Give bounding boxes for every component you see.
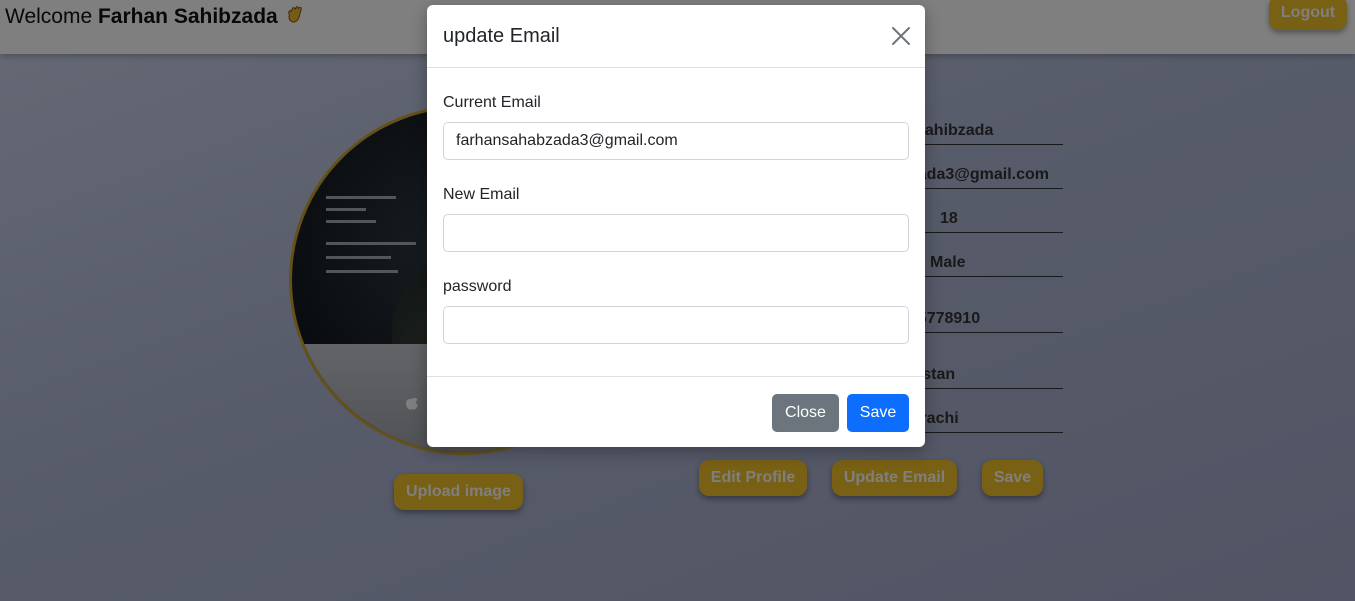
new-email-input[interactable]	[443, 214, 909, 252]
modal-footer: Close Save	[427, 376, 925, 448]
current-email-label: Current Email	[443, 94, 541, 111]
close-button[interactable]: Close	[772, 394, 839, 432]
save-button[interactable]: Save	[847, 394, 909, 432]
password-input[interactable]	[443, 306, 909, 344]
modal-header: update Email	[427, 5, 925, 68]
update-email-modal: update Email Current Email New Email pas…	[427, 5, 925, 447]
current-email-input[interactable]	[443, 122, 909, 160]
password-label: password	[443, 278, 512, 295]
new-email-label: New Email	[443, 186, 520, 203]
close-icon[interactable]	[889, 24, 913, 48]
modal-title: update Email	[443, 25, 560, 47]
